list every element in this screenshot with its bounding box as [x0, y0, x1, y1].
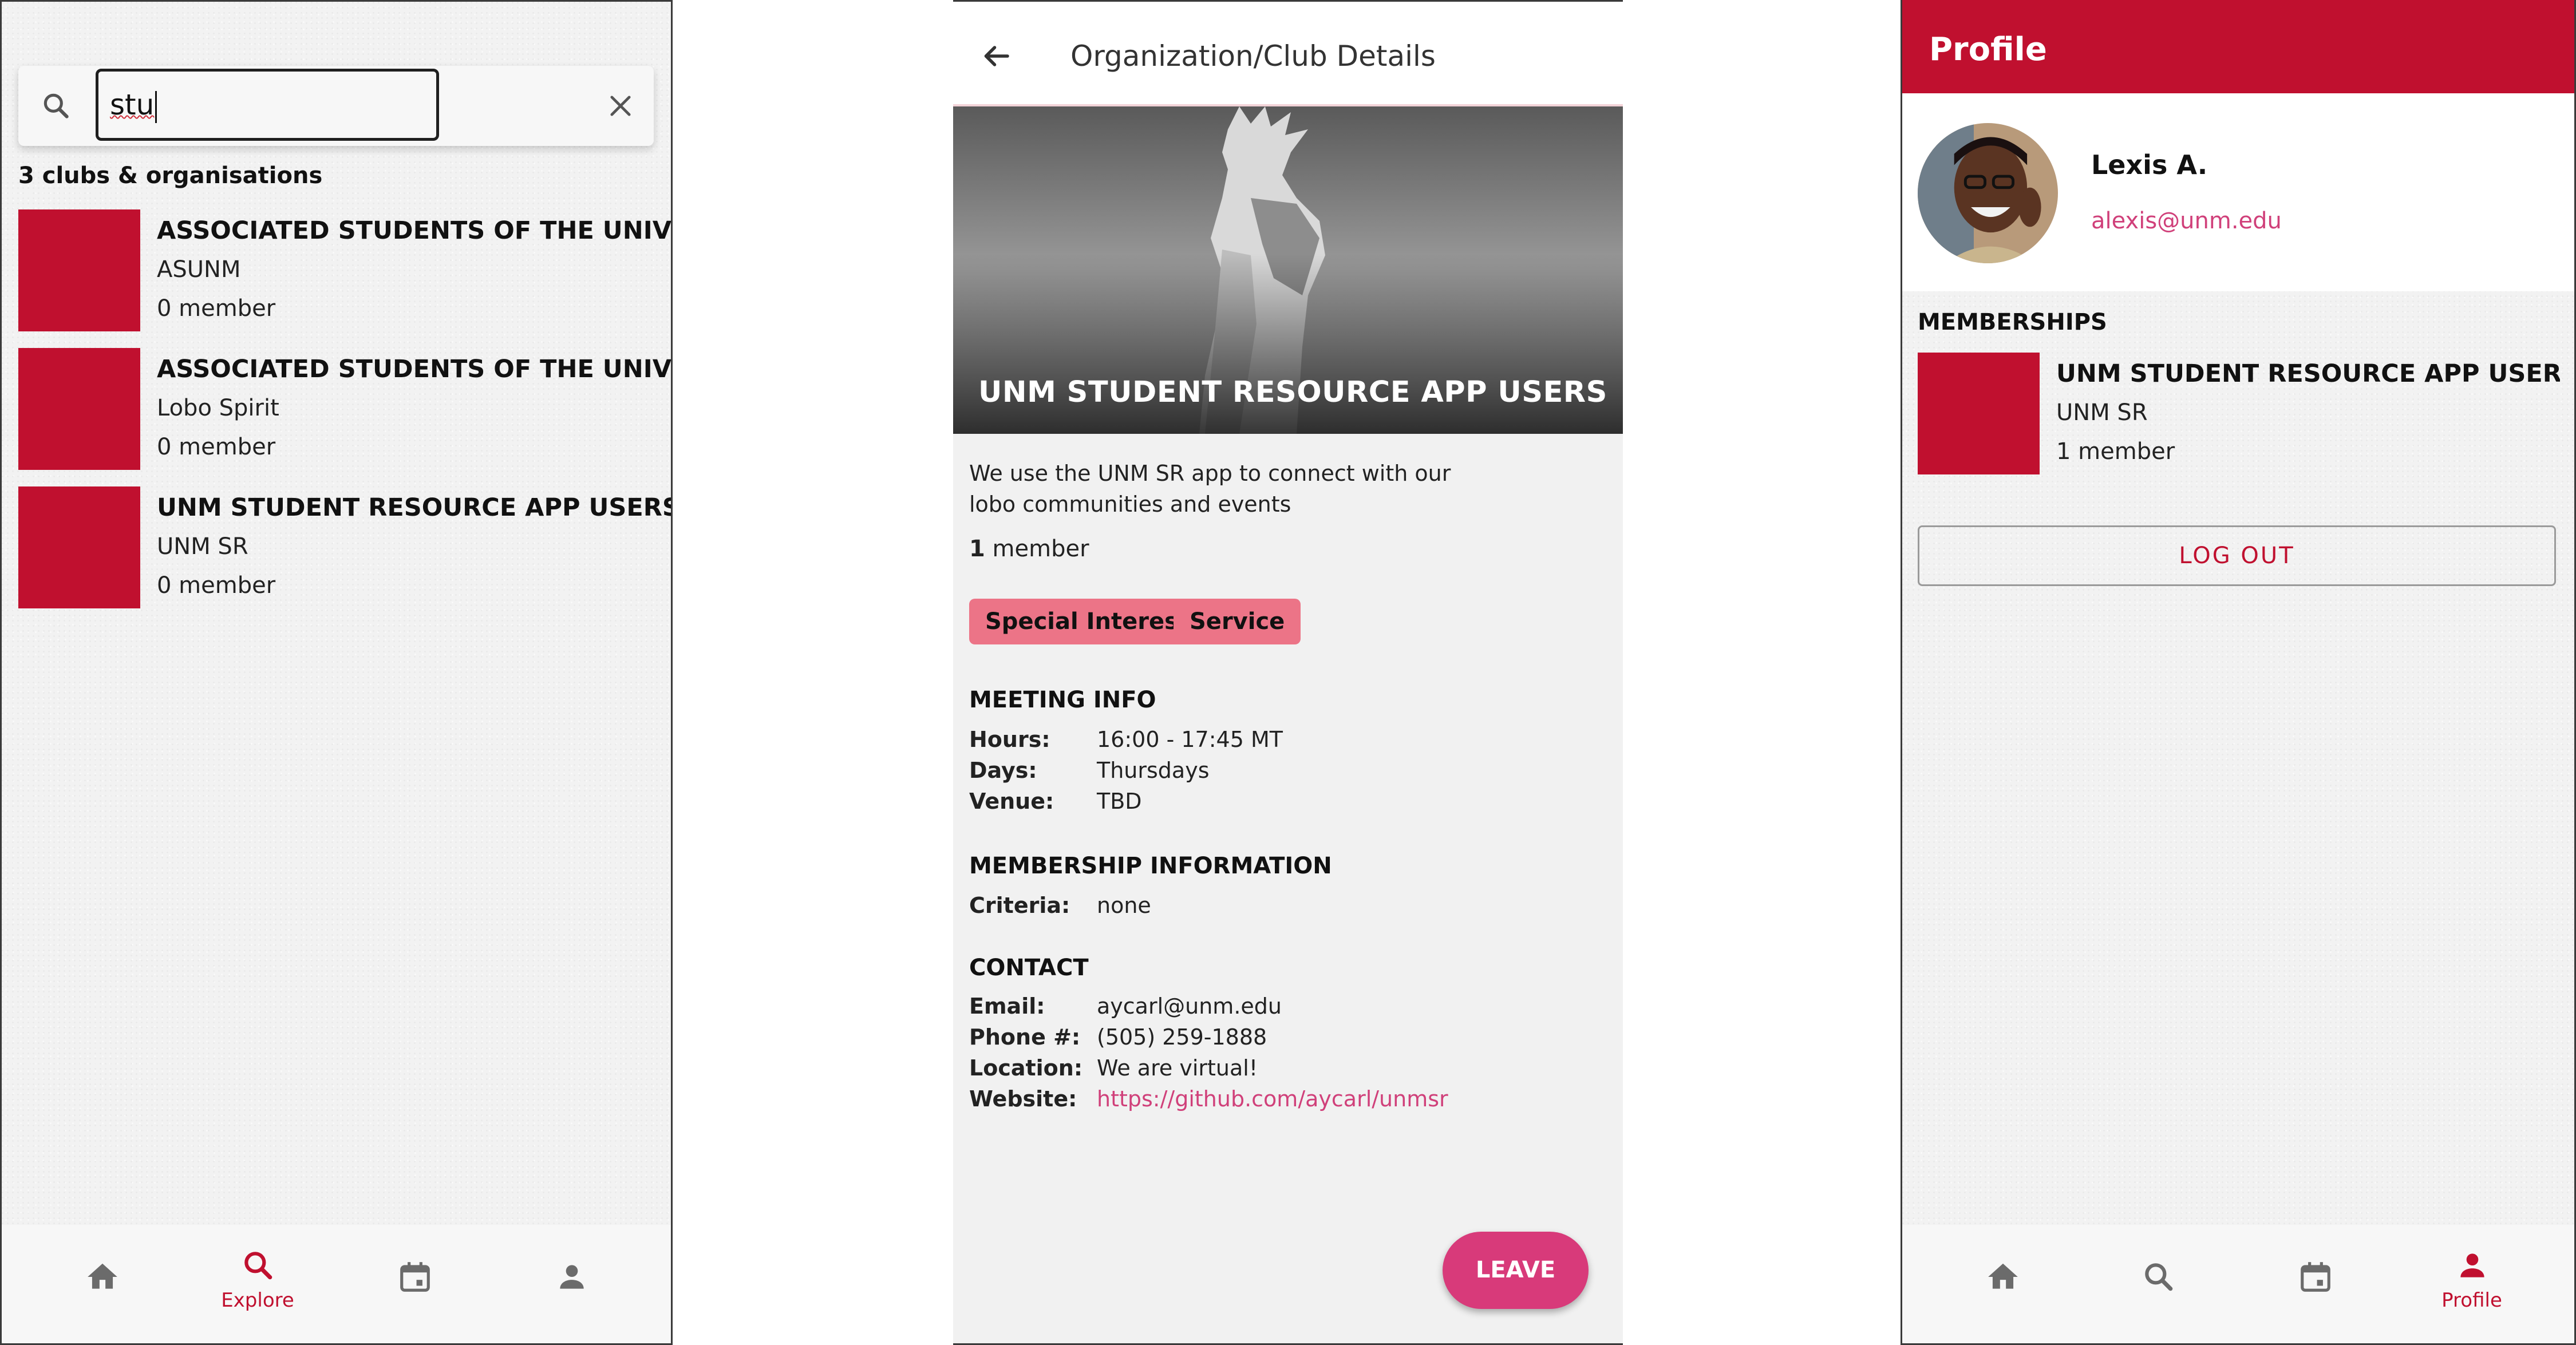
- phone-value: (505) 259-1888: [1097, 1024, 1267, 1050]
- frame-right-border: [671, 0, 673, 1345]
- member-count-label: member: [985, 536, 1089, 562]
- venue-value: TBD: [1097, 789, 1142, 814]
- home-icon: [88, 1263, 117, 1289]
- club-subtitle: Lobo Spirit: [157, 395, 279, 421]
- nav-explore[interactable]: Explore: [195, 1225, 321, 1345]
- email-value: aycarl@unm.edu: [1097, 994, 1282, 1019]
- results-list: ASSOCIATED STUDENTS OF THE UNIVERSIT ASU…: [18, 209, 673, 625]
- search-icon: [2145, 1263, 2173, 1291]
- search-input-value: stu: [110, 88, 155, 121]
- back-arrow-icon[interactable]: [979, 39, 1013, 73]
- criteria-label: Criteria:: [969, 893, 1070, 918]
- days-label: Days:: [969, 758, 1037, 783]
- club-member-count: 0 member: [157, 572, 276, 599]
- club-title: ASSOCIATED STUDENTS OF THE UNIVERSIT: [157, 355, 672, 383]
- tag-chip: Special Interest: [969, 599, 1206, 644]
- nav-profile[interactable]: Profile: [2409, 1225, 2535, 1345]
- list-item[interactable]: UNM STUDENT RESOURCE APP USERS UNM SR 1 …: [1918, 353, 2570, 477]
- memberships-heading: MEMBERSHIPS: [1918, 309, 2107, 335]
- bottom-navigation: Profile: [1901, 1225, 2576, 1345]
- club-description: We use the UNM SR app to connect with ou…: [969, 461, 1451, 517]
- nav-profile-label: Profile: [2441, 1289, 2502, 1312]
- club-thumbnail: [18, 348, 140, 470]
- list-item[interactable]: ASSOCIATED STUDENTS OF THE UNIVERSIT Lob…: [18, 348, 673, 473]
- days-value: Thursdays: [1097, 758, 1210, 783]
- calendar-icon: [2301, 1262, 2330, 1292]
- frame-top-border: [0, 0, 673, 2]
- user-email[interactable]: alexis@unm.edu: [2091, 208, 2282, 234]
- avatar: [1918, 123, 2058, 263]
- nav-profile[interactable]: [508, 1225, 634, 1345]
- results-count: 3 clubs & organisations: [18, 163, 323, 189]
- profile-screen: Profile Lexis A. alexis@unm.edu MEMBERSH…: [1901, 0, 2576, 1345]
- app-bar: Organization/Club Details: [953, 2, 1623, 106]
- contact-heading: CONTACT: [969, 955, 1089, 981]
- membership-info-heading: MEMBERSHIP INFORMATION: [969, 853, 1332, 879]
- logout-button[interactable]: LOG OUT: [1918, 525, 2556, 586]
- club-member-count: 0 member: [157, 295, 276, 322]
- meeting-info-heading: MEETING INFO: [969, 687, 1156, 713]
- club-hero-image: UNM STUDENT RESOURCE APP USERS: [953, 106, 1623, 434]
- email-label: Email:: [969, 994, 1045, 1019]
- hours-label: Hours:: [969, 727, 1050, 752]
- club-thumbnail: [18, 486, 140, 608]
- venue-label: Venue:: [969, 789, 1054, 814]
- frame-left-border: [0, 0, 2, 1345]
- close-icon[interactable]: [606, 91, 635, 121]
- nav-explore-label: Explore: [221, 1289, 294, 1312]
- leave-button[interactable]: LEAVE: [1443, 1232, 1589, 1309]
- person-icon: [560, 1265, 584, 1289]
- page-title: Organization/Club Details: [1070, 39, 1436, 73]
- search-input[interactable]: stu: [96, 69, 439, 141]
- club-thumbnail: [1918, 353, 2040, 474]
- nav-explore[interactable]: [2095, 1225, 2221, 1345]
- club-subtitle: ASUNM: [157, 256, 241, 283]
- text-caret: [155, 90, 157, 123]
- nav-home[interactable]: [1939, 1225, 2065, 1345]
- website-label: Website:: [969, 1086, 1077, 1111]
- nav-calendar[interactable]: [2252, 1225, 2378, 1345]
- location-value: We are virtual!: [1097, 1055, 1258, 1081]
- list-item[interactable]: ASSOCIATED STUDENTS OF THE UNIVERSIT ASU…: [18, 209, 673, 334]
- phone-label: Phone #:: [969, 1024, 1081, 1050]
- website-link[interactable]: https://github.com/aycarl/unmsr: [1097, 1086, 1448, 1111]
- app-bar: Profile: [1901, 0, 2576, 93]
- list-item[interactable]: UNM STUDENT RESOURCE APP USERS UNM SR 0 …: [18, 486, 673, 611]
- location-label: Location:: [969, 1055, 1083, 1081]
- page-title: Profile: [1929, 31, 2047, 68]
- details-screen: Organization/Club Details UNM STUDENT RE…: [953, 0, 1623, 1345]
- search-bar: stu: [18, 66, 654, 146]
- criteria-value: none: [1097, 893, 1151, 918]
- explore-screen: stu 3 clubs & organisations ASSOCIATED S…: [0, 0, 673, 1345]
- club-title: ASSOCIATED STUDENTS OF THE UNIVERSIT: [157, 216, 672, 245]
- club-title: UNM STUDENT RESOURCE APP USERS: [2056, 359, 2560, 388]
- club-subtitle: UNM SR: [157, 533, 248, 560]
- user-name: Lexis A.: [2091, 149, 2208, 180]
- club-member-count: 0 member: [157, 434, 276, 460]
- search-icon: [244, 1252, 272, 1280]
- hours-value: 16:00 - 17:45 MT: [1097, 727, 1283, 752]
- club-name: UNM STUDENT RESOURCE APP USERS: [978, 375, 1607, 409]
- nav-calendar[interactable]: [351, 1225, 477, 1345]
- tag-chip: Service: [1174, 599, 1301, 644]
- calendar-icon: [400, 1262, 430, 1292]
- member-count: 1 member: [969, 536, 1089, 562]
- search-icon: [44, 93, 69, 118]
- club-subtitle: UNM SR: [2056, 399, 2148, 426]
- club-member-count: 1 member: [2056, 438, 2175, 465]
- nav-home[interactable]: [39, 1225, 165, 1345]
- bottom-navigation: Explore: [0, 1225, 673, 1345]
- frame-left-border: [1901, 0, 1902, 1345]
- club-thumbnail: [18, 209, 140, 331]
- member-count-number: 1: [969, 536, 985, 562]
- profile-card: Lexis A. alexis@unm.edu: [1901, 93, 2576, 291]
- home-icon: [1988, 1263, 2018, 1289]
- person-icon: [2460, 1253, 2484, 1277]
- club-title: UNM STUDENT RESOURCE APP USERS: [157, 493, 672, 522]
- user-photo: [1918, 123, 2058, 263]
